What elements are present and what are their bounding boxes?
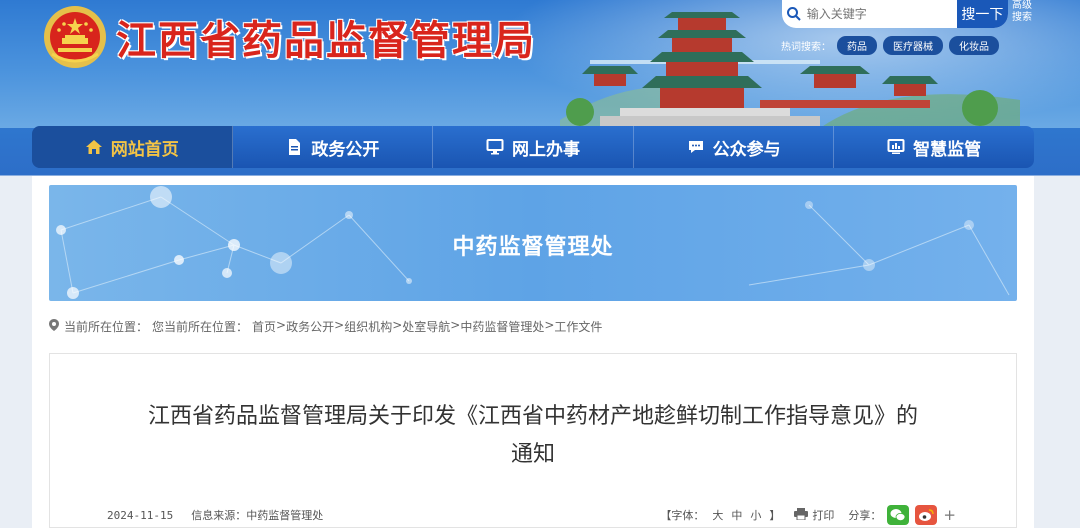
monitor-icon [486,138,504,156]
content-area: 中药监督管理处 当前所在位置： 您当前所在位置： 首页 > 政务公开 > 组织机构 >… [32,176,1034,528]
article-meta: 2024-11-15 信息来源：中药监督管理处 【字体： 大 中 小 】 打印 … [107,504,956,526]
breadcrumb-government-affairs[interactable]: 政务公开 [286,318,334,335]
home-icon [85,138,103,156]
nav-item-label: 公众参与 [712,139,781,160]
article-title-line-2: 通知 [510,442,555,467]
nav-item-smart-supervision[interactable]: 智慧监管 [834,126,1034,168]
article-title: 江西省药品监督管理局关于印发《江西省中药材产地趁鲜切制工作指导意见》的 通知 [90,398,976,474]
breadcrumb: 当前所在位置： 您当前所在位置： 首页 > 政务公开 > 组织机构 > 处室导航 > 中… [48,318,602,335]
hot-search: 热词搜索： 药品 医疗器械 化妆品 [781,36,999,55]
hot-tag-drugs[interactable]: 药品 [837,36,877,55]
font-size-large[interactable]: 大 [712,507,723,523]
nav-item-label: 智慧监管 [913,139,982,160]
nav-item-label: 政务公开 [311,139,380,160]
print-label: 打印 [812,509,835,522]
breadcrumb-separator: > [544,318,555,332]
nav-item-home[interactable]: 网站首页 [32,126,233,168]
breadcrumb-organization[interactable]: 组织机构 [344,318,392,335]
document-icon [285,138,303,156]
more-share-icon[interactable]: + [943,506,956,524]
breadcrumb-work-documents[interactable]: 工作文件 [554,318,602,335]
hot-tag-cosmetics[interactable]: 化妆品 [949,36,999,55]
article-title-line-1: 江西省药品监督管理局关于印发《江西省中药材产地趁鲜切制工作指导意见》的 [147,404,918,429]
nav-item-online-services[interactable]: 网上办事 [433,126,634,168]
breadcrumb-prefix: 当前所在位置： [64,320,149,334]
breadcrumb-separator: > [276,318,287,332]
breadcrumb-separator: > [392,318,403,332]
info-source: 信息来源：中药监督管理处 [191,509,324,522]
font-size-small[interactable]: 小 [750,507,761,523]
search-button[interactable]: 搜一下 [956,0,1008,28]
dashboard-icon [887,138,905,156]
advanced-search-link[interactable]: 高级搜索 [1012,0,1036,24]
search-input[interactable] [806,2,957,26]
font-size-medium[interactable]: 中 [731,507,742,523]
breadcrumb-separator: > [334,318,345,332]
font-size-control: 【字体： 大 中 小 】 [660,507,780,523]
printer-icon [794,507,809,523]
national-emblem-icon [44,6,106,68]
weibo-share-icon[interactable] [915,505,938,525]
print-button[interactable]: 打印 [794,507,834,523]
nav-item-label: 网上办事 [511,139,580,160]
publish-date: 2024-11-15 [107,508,174,522]
breadcrumb-home[interactable]: 首页 [252,318,276,335]
breadcrumb-tcm-supervision[interactable]: 中药监督管理处 [460,318,544,335]
search-box: 搜一下 [782,0,1008,28]
hot-search-label: 热词搜索： [781,42,831,53]
banner-title: 中药监督管理处 [452,235,614,260]
font-size-close: 】 [769,509,781,522]
breadcrumb-department-nav[interactable]: 处室导航 [402,318,450,335]
site-title[interactable]: 江西省药品监督管理局 [116,8,536,66]
share-bar: 分享： + [848,505,956,525]
main-nav: 网站首页 政务公开 网上办事 公众参与 智慧监管 [32,126,1034,168]
article-panel: 江西省药品监督管理局关于印发《江西省中药材产地趁鲜切制工作指导意见》的 通知 2… [49,353,1017,528]
chat-icon [687,138,705,156]
wechat-share-icon[interactable] [887,505,910,525]
nav-item-label: 网站首页 [110,139,179,160]
site-header: 江西省药品监督管理局 输入关键字 搜一下 高级搜索 热词搜索： 药品 医疗器械 … [0,0,1080,128]
share-label: 分享： [848,509,882,522]
department-banner: 中药监督管理处 [49,185,1017,301]
nav-item-public-participation[interactable]: 公众参与 [634,126,835,168]
breadcrumb-prefix-secondary: 您当前所在位置： [152,320,249,334]
breadcrumb-separator: > [450,318,461,332]
font-size-label: 【字体： [660,509,705,522]
nav-item-government-affairs[interactable]: 政务公开 [233,126,434,168]
search-icon [782,0,807,28]
hot-tag-medical-devices[interactable]: 医疗器械 [883,36,943,55]
location-pin-icon [48,318,60,335]
